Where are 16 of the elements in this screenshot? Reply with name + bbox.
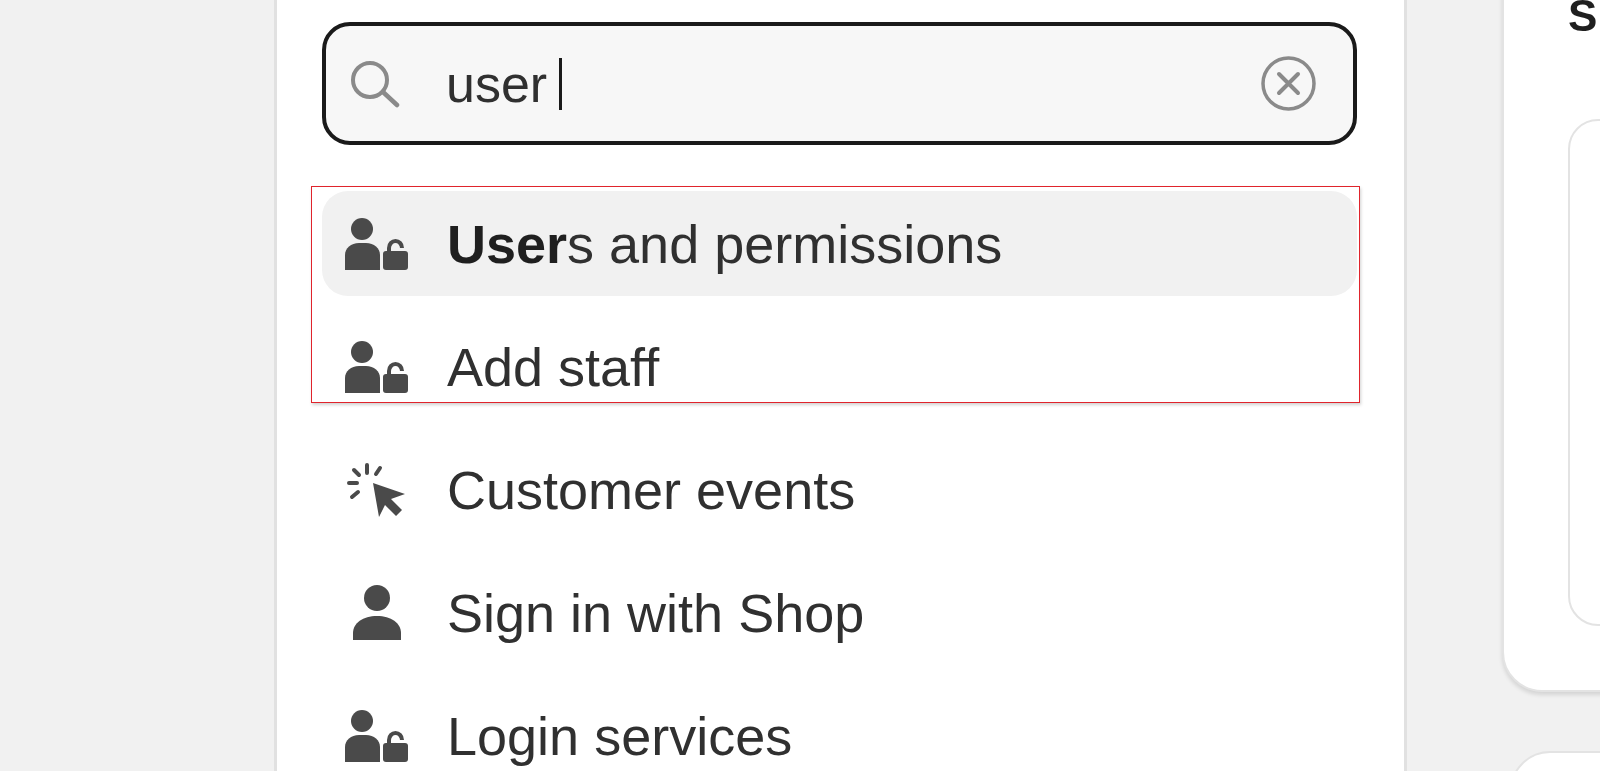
search-field[interactable]: user	[322, 22, 1357, 145]
card-heading: S	[1568, 0, 1599, 38]
person-lock-icon	[345, 217, 408, 270]
clear-button[interactable]	[1261, 56, 1316, 111]
person-lock-icon	[345, 340, 408, 393]
text-cursor-icon	[559, 57, 563, 110]
search-result[interactable]: Users and permissions	[322, 191, 1357, 296]
search-result[interactable]: Add staff	[322, 314, 1357, 419]
person-lock-icon	[345, 709, 408, 762]
person-icon	[352, 585, 401, 640]
search-icon	[350, 59, 400, 108]
search-result[interactable]: Sign in with Shop	[322, 560, 1357, 665]
search-result[interactable]: Customer events	[322, 437, 1357, 542]
clear-icon	[1261, 56, 1316, 111]
cursor-click-icon	[346, 462, 407, 517]
search-result[interactable]: Login services	[322, 683, 1357, 771]
